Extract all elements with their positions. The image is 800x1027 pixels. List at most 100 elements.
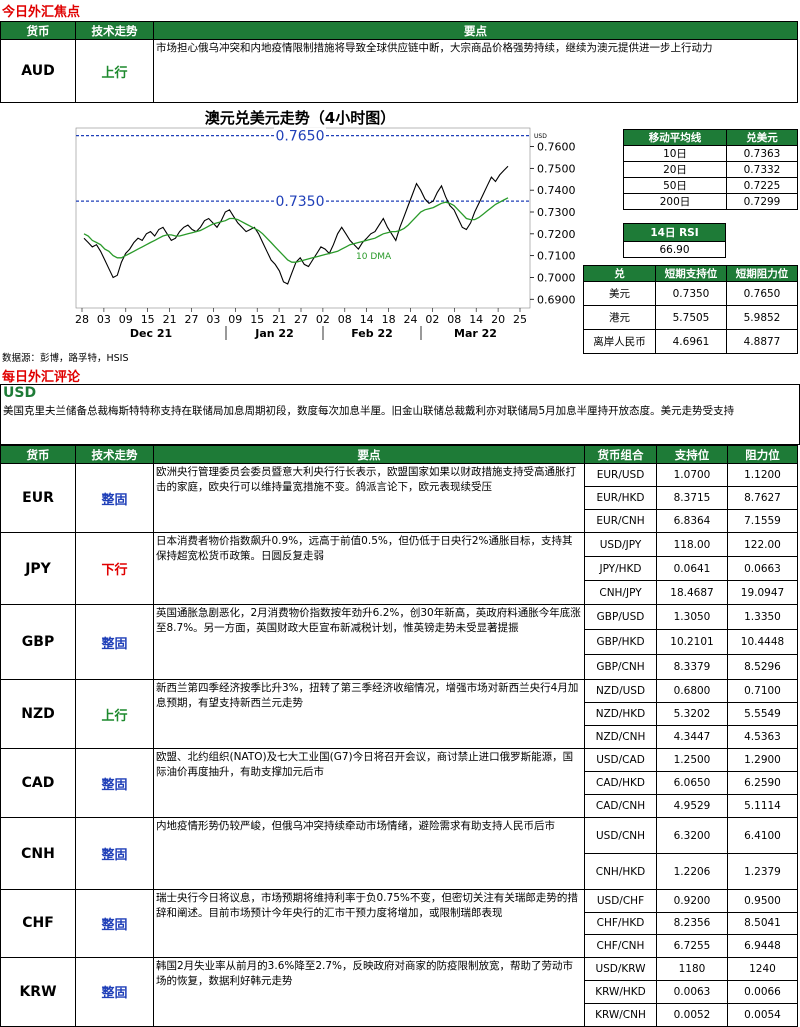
review-trend: 整固 [75, 889, 154, 958]
review-resistance: 1.1200 [727, 463, 798, 487]
x-tick-label: 08 [338, 313, 352, 326]
usd-box: USD 美国克里夫兰储备总裁梅斯特特称支持在联储局加息周期初段，数度每次加息半厘… [0, 384, 800, 445]
resistance-label: 0.7650 [276, 129, 325, 145]
review-support: 5.3202 [656, 702, 728, 726]
review-point: 韩国2月失业率从前月的3.6%降至2.7%，反映政府对商家的防疫限制放宽，帮助了… [153, 956, 585, 1027]
review-pair: GBP/CNH [584, 654, 657, 680]
x-group-label: Dec 21 [130, 327, 172, 340]
review-support: 1.3050 [656, 604, 728, 630]
x-tick-label: 09 [228, 313, 242, 326]
y-tick-label: 0.7500 [537, 162, 576, 175]
review-row: EUR 整固 欧洲央行管理委员会委员暨意大利央行行长表示，欧盟国家如果以财政措施支持… [0, 463, 798, 533]
x-tick-label: 24 [404, 313, 418, 326]
review-resistance: 6.9448 [727, 934, 798, 958]
review-resistance: 1.2900 [727, 748, 798, 772]
review-trend: 整固 [75, 604, 154, 680]
review-support: 4.9529 [656, 794, 728, 818]
review-point: 日本消费者物价指数飙升0.9%，远高于前值0.5%，但仍低于日央行2%通胀目标，… [153, 532, 585, 605]
focus-point: 市场担心俄乌冲突和内地疫情限制措施将导致全球供应链中断，大宗商品价格强势持续，继… [153, 39, 798, 103]
y-tick-label: 0.7300 [537, 206, 576, 219]
review-resistance: 0.0054 [727, 1002, 798, 1027]
sr-row-support: 0.7350 [655, 281, 727, 306]
review-currency: CNH [0, 817, 76, 890]
x-tick-label: 21 [163, 313, 177, 326]
sr-row-resistance: 4.8877 [726, 329, 798, 354]
x-group-label: Feb 22 [351, 327, 393, 340]
review-support: 6.3200 [656, 817, 728, 854]
review-pair: CNH/JPY [584, 580, 657, 605]
review-support: 6.7255 [656, 934, 728, 958]
review-section-title: 每日外汇评论 [2, 370, 81, 385]
y-tick-label: 0.7600 [537, 141, 576, 154]
sr-row-label: 美元 [583, 281, 656, 306]
review-resistance: 5.1114 [727, 794, 798, 818]
review-pair: NZD/HKD [584, 702, 657, 726]
review-row: CHF 整固 瑞士央行今日将议息，市场预期将维持利率于负0.75%不变，但密切关注有… [0, 889, 798, 958]
review-pair: NZD/USD [584, 679, 657, 703]
sr-row-support: 4.6961 [655, 329, 727, 354]
rsi-table: 14日 RSI 66.90 [623, 223, 726, 258]
x-tick-label: 09 [119, 313, 133, 326]
review-header-pair: 货币组合 [584, 445, 657, 464]
review-pair: EUR/USD [584, 463, 657, 487]
review-support: 8.3715 [656, 486, 728, 510]
review-support: 0.0063 [656, 979, 728, 1004]
review-currency: KRW [0, 956, 76, 1027]
review-point: 欧盟、北约组织(NATO)及七大工业国(G7)今日将召开会议，商讨禁止进口俄罗斯… [153, 748, 585, 818]
review-support: 6.0650 [656, 771, 728, 795]
review-currency: CAD [0, 748, 76, 818]
review-trend: 整固 [75, 817, 154, 890]
review-resistance: 8.7627 [727, 486, 798, 510]
x-tick-label: 14 [360, 313, 374, 326]
review-pair: GBP/HKD [584, 629, 657, 655]
review-resistance: 0.9500 [727, 889, 798, 913]
support-label: 0.7350 [276, 194, 325, 210]
ma-row-label: 10日 [623, 145, 727, 162]
review-header-trend: 技术走势 [75, 445, 154, 464]
x-group-label: Jan 22 [254, 327, 293, 340]
x-tick-label: 21 [272, 313, 286, 326]
y-tick-label: 0.7200 [537, 228, 576, 241]
x-tick-label: 02 [425, 313, 439, 326]
sr-header-resistance: 短期阻力位 [726, 265, 798, 282]
review-currency: CHF [0, 889, 76, 958]
review-support: 4.3447 [656, 725, 728, 749]
x-tick-label: 18 [382, 313, 396, 326]
review-pair: NZD/CNH [584, 725, 657, 749]
review-support: 10.2101 [656, 629, 728, 655]
rsi-value: 66.90 [623, 241, 726, 258]
review-support: 0.6800 [656, 679, 728, 703]
review-support: 1.2206 [656, 853, 728, 890]
focus-header-points: 要点 [153, 21, 798, 40]
review-row: CAD 整固 欧盟、北约组织(NATO)及七大工业国(G7)今日将召开会议，商讨禁止… [0, 748, 798, 818]
review-pair: CNH/HKD [584, 853, 657, 890]
x-tick-label: 28 [75, 313, 89, 326]
x-tick-label: 27 [294, 313, 308, 326]
sr-row-resistance: 0.7650 [726, 281, 798, 306]
x-tick-label: 08 [447, 313, 461, 326]
review-point: 欧洲央行管理委员会委员暨意大利央行行长表示，欧盟国家如果以财政措施支持受高通胀打… [153, 463, 585, 533]
source-note: 数据源：彭博，路孚特，HSIS [2, 353, 129, 364]
sr-header-support: 短期支持位 [655, 265, 727, 282]
review-pair: USD/KRW [584, 956, 657, 981]
review-resistance: 8.5041 [727, 911, 798, 936]
review-trend: 整固 [75, 748, 154, 818]
review-pair: JPY/HKD [584, 556, 657, 581]
review-support: 0.0052 [656, 1002, 728, 1027]
sr-row-resistance: 5.9852 [726, 305, 798, 330]
review-header-support: 支持位 [656, 445, 728, 464]
review-point: 瑞士央行今日将议息，市场预期将维持利率于负0.75%不变，但密切关注有关瑞郎走势… [153, 889, 585, 958]
x-tick-label: 20 [491, 313, 505, 326]
usd-text: 美国克里夫兰储备总裁梅斯特特称支持在联储局加息周期初段，数度每次加息半厘。旧金山… [3, 405, 735, 417]
x-tick-label: 25 [513, 313, 527, 326]
review-pair: CHF/CNH [584, 934, 657, 958]
x-tick-label: 02 [316, 313, 330, 326]
review-resistance: 10.4448 [727, 629, 798, 655]
x-group-label: Mar 22 [454, 327, 497, 340]
review-pair: USD/JPY [584, 532, 657, 557]
review-point: 内地疫情形势仍较严峻，但俄乌冲突持续牵动市场情绪，避险需求有助支持人民币后市 [153, 817, 585, 890]
review-header-currency: 货币 [0, 445, 76, 464]
y-tick-label: 0.6900 [537, 293, 576, 306]
review-row: KRW 整固 韩国2月失业率从前月的3.6%降至2.7%，反映政府对商家的防疫限制放… [0, 956, 798, 1027]
review-support: 8.3379 [656, 654, 728, 680]
